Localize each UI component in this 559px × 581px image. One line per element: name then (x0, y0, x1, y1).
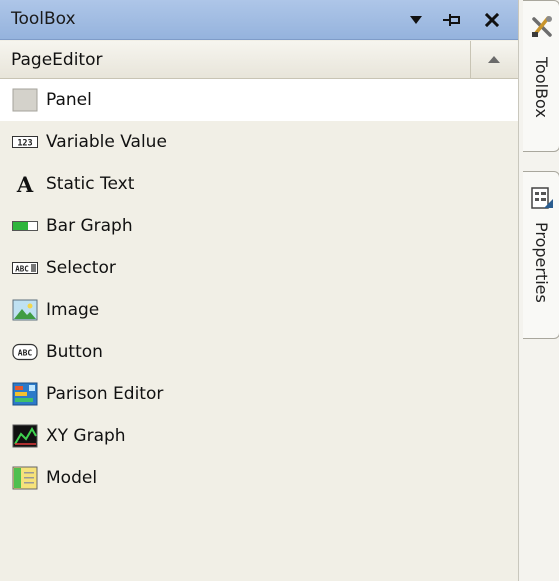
toolbox-titlebar: ToolBox (0, 0, 518, 40)
image-icon (12, 297, 38, 323)
panel-icon (12, 87, 38, 113)
side-tab-properties[interactable]: Properties (523, 171, 559, 339)
toolbox-item-xy-graph[interactable]: XY Graph (0, 415, 518, 457)
side-tab-toolbox[interactable]: ToolBox (523, 0, 559, 152)
letter-a-icon: A (12, 171, 38, 197)
toolbox-item-label: Image (46, 300, 100, 320)
svg-text:ABC: ABC (15, 265, 29, 274)
toolbox-item-image[interactable]: Image (0, 289, 518, 331)
side-tab-label: ToolBox (532, 57, 551, 118)
group-collapse-button[interactable] (470, 41, 517, 78)
toolbox-item-parison-editor[interactable]: Parison Editor (0, 373, 518, 415)
toolbox-group-label: PageEditor (11, 50, 103, 70)
bar-graph-icon (12, 213, 38, 239)
toolbox-item-label: XY Graph (46, 426, 126, 446)
triangle-up-icon (488, 56, 500, 63)
toolbox-item-label: Bar Graph (46, 216, 133, 236)
toolbox-item-selector[interactable]: ABC Selector (0, 247, 518, 289)
svg-text:123: 123 (17, 139, 32, 149)
svg-text:A: A (16, 172, 34, 196)
auto-hide-pin-button[interactable] (439, 6, 465, 34)
svg-text:ABC: ABC (18, 349, 33, 358)
toolbox-item-model[interactable]: Model (0, 457, 518, 499)
toolbox-item-bar-graph[interactable]: Bar Graph (0, 205, 518, 247)
close-icon (485, 13, 499, 27)
toolbox-item-static-text[interactable]: A Static Text (0, 163, 518, 205)
selector-icon: ABC (12, 255, 38, 281)
button-abc-icon: ABC (12, 339, 38, 365)
toolbox-item-label: Model (46, 468, 98, 488)
toolbox-panel: ToolBox PageEditor Panel 123 Variable Va… (0, 0, 518, 581)
properties-icon (531, 187, 553, 209)
toolbox-title: ToolBox (11, 9, 76, 29)
model-icon (12, 465, 38, 491)
toolbox-item-label: Panel (46, 90, 92, 110)
toolbox-item-button[interactable]: ABC Button (0, 331, 518, 373)
xy-graph-icon (12, 423, 38, 449)
numeric-123-icon: 123 (12, 129, 38, 155)
close-button[interactable] (479, 6, 505, 34)
auto-hide-tab-strip: ToolBox Properties (518, 0, 559, 581)
triangle-down-icon (410, 16, 422, 24)
toolbox-item-label: Button (46, 342, 103, 362)
toolbox-item-variable-value[interactable]: 123 Variable Value (0, 121, 518, 163)
tools-icon (532, 16, 552, 37)
pushpin-icon (443, 14, 460, 26)
toolbox-item-panel[interactable]: Panel (0, 79, 518, 121)
toolbox-group-header[interactable]: PageEditor (0, 41, 518, 79)
side-tab-label: Properties (532, 222, 551, 303)
toolbox-item-label: Parison Editor (46, 384, 164, 404)
toolbox-item-label: Selector (46, 258, 116, 278)
window-position-dropdown-button[interactable] (403, 6, 429, 34)
parison-editor-icon (12, 381, 38, 407)
toolbox-item-label: Static Text (46, 174, 135, 194)
toolbox-item-list: Panel 123 Variable Value A Static Text B… (0, 79, 518, 499)
toolbox-item-label: Variable Value (46, 132, 167, 152)
